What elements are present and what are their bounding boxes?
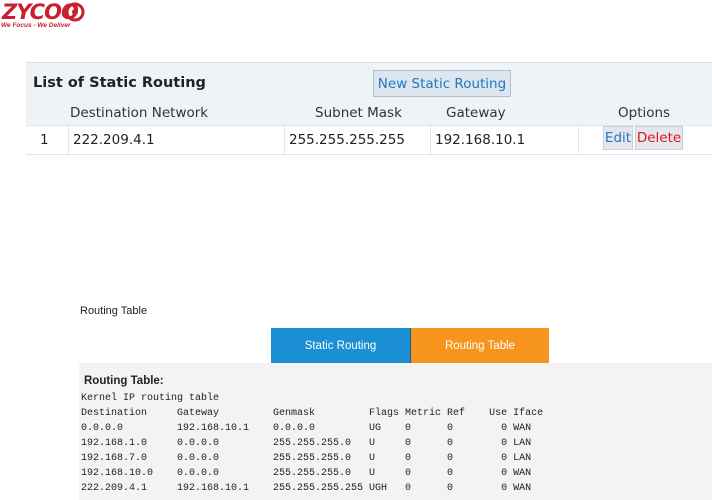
col-subnet-mask: Subnet Mask (315, 105, 402, 121)
edit-button[interactable]: Edit (603, 126, 633, 150)
row-subnet-mask: 255.255.255.255 (284, 126, 430, 154)
logo-tagline: We Focus - We Deliver (1, 22, 71, 29)
panel-title: List of Static Routing (33, 75, 206, 91)
col-gateway: Gateway (446, 105, 506, 121)
logo-swirl-icon (65, 2, 85, 22)
new-static-routing-button[interactable]: New Static Routing (373, 70, 511, 97)
panel-header: List of Static Routing New Static Routin… (26, 63, 712, 103)
zycoo-logo: ZYCOO We Focus - We Deliver (0, 0, 90, 32)
static-routing-panel: List of Static Routing New Static Routin… (26, 62, 712, 155)
routing-table-heading: Routing Table (80, 305, 148, 317)
routing-table-output: Routing Table: Kernel IP routing table D… (79, 363, 712, 500)
tab-static-routing[interactable]: Static Routing (271, 328, 410, 363)
table-row: 192.168.10.0 0.0.0.0 255.255.255.0 U 0 0… (81, 468, 532, 479)
delete-button[interactable]: Delete (635, 126, 683, 150)
kernel-title: Kernel IP routing table (81, 393, 220, 404)
table-row: 192.168.1.0 0.0.0.0 255.255.255.0 U 0 0 … (81, 438, 532, 449)
row-destination: 222.209.4.1 (68, 126, 284, 154)
row-gateway: 192.168.10.1 (430, 126, 578, 154)
tab-routing-table[interactable]: Routing Table (410, 328, 549, 363)
table-row: 0.0.0.0 192.168.10.1 0.0.0.0 UG 0 0 0 WA… (81, 423, 532, 434)
table-row: 192.168.7.0 0.0.0.0 255.255.255.0 U 0 0 … (81, 453, 532, 464)
routing-output-title: Routing Table: (84, 375, 164, 387)
routing-header-line: Destination Gateway Genmask Flags Metric… (81, 408, 544, 419)
table-row: 222.209.4.1 192.168.10.1 255.255.255.255… (81, 483, 532, 494)
col-destination-network: Destination Network (70, 105, 209, 121)
col-options: Options (618, 105, 671, 121)
row-index: 1 (40, 132, 49, 148)
